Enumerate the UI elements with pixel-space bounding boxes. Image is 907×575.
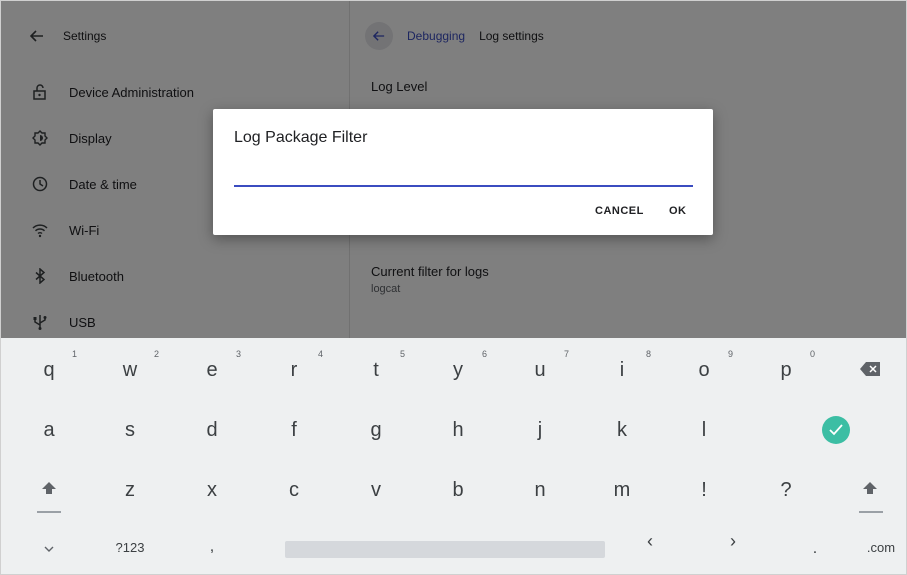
key-exclamation[interactable]: ! [663,464,745,516]
key-x[interactable]: x [171,464,253,516]
key-label: z [125,478,135,501]
key-s[interactable]: s [89,404,171,456]
key-t[interactable]: t5 [335,344,417,396]
symbols-key[interactable]: ?123 [89,524,171,570]
key-label: u [534,358,546,381]
key-a[interactable]: a [9,404,89,456]
log-package-filter-dialog: Log Package Filter CANCEL OK [213,109,713,235]
chevron-down-icon [44,540,54,555]
key-label: ‹ [647,530,653,551]
ok-button[interactable]: OK [669,205,687,217]
key-label: ?123 [115,539,145,555]
key-label: ! [701,478,707,501]
key-hint: 6 [481,349,487,359]
key-hint: 7 [563,349,569,359]
soft-keyboard: q1 w2 e3 r4 t5 y6 u7 i8 o9 p0 a s d f g … [1,338,906,574]
key-label: x [207,478,217,501]
key-label: q [43,358,55,381]
key-label: e [206,358,218,381]
cursor-right-key[interactable]: › [691,524,775,558]
key-label: f [291,418,297,441]
key-label: s [125,418,135,441]
key-label: o [698,358,710,381]
key-label: b [452,478,464,501]
key-label: a [43,418,55,441]
key-question[interactable]: ? [745,464,827,516]
spacebar[interactable] [285,541,605,558]
key-label: w [122,358,138,381]
key-hint: 3 [235,349,241,359]
key-e[interactable]: e3 [171,344,253,396]
key-r[interactable]: r4 [253,344,335,396]
key-label: v [371,478,381,501]
key-o[interactable]: o9 [663,344,745,396]
key-u[interactable]: u7 [499,344,581,396]
key-label: j [537,418,543,441]
key-l[interactable]: l [663,404,745,456]
key-label: r [290,358,298,381]
checkmark-icon [822,416,850,444]
key-label: d [206,418,218,441]
shift-icon [862,479,878,502]
dialog-title: Log Package Filter [234,129,368,146]
key-j[interactable]: j [499,404,581,456]
key-d[interactable]: d [171,404,253,456]
cursor-left-key[interactable]: ‹ [605,524,695,558]
key-label: i [619,358,625,381]
key-hint: 5 [399,349,405,359]
key-label: y [453,358,463,381]
key-label: › [730,530,736,551]
key-label: g [370,418,382,441]
key-q[interactable]: q1 [9,344,89,396]
shift-key-left[interactable] [9,464,89,516]
key-w[interactable]: w2 [89,344,171,396]
key-g[interactable]: g [335,404,417,456]
key-f[interactable]: f [253,404,335,456]
key-hint: 2 [153,349,159,359]
key-k[interactable]: k [581,404,663,456]
cancel-button[interactable]: CANCEL [595,205,644,217]
shift-key-right[interactable] [835,464,905,516]
key-label: t [373,358,379,381]
key-i[interactable]: i8 [581,344,663,396]
key-h[interactable]: h [417,404,499,456]
key-label: l [701,418,707,441]
key-label: .com [866,539,896,555]
key-period[interactable]: . [775,528,855,570]
key-label: n [534,478,546,501]
key-label: ? [780,478,792,501]
shift-underline [859,511,883,513]
key-label: c [289,478,299,501]
key-label: . [812,540,818,557]
key-hint: 1 [71,349,77,359]
key-label: m [613,478,631,501]
shift-underline [37,511,61,513]
key-b[interactable]: b [417,464,499,516]
package-filter-input[interactable] [234,165,693,187]
android-screen: Settings Device Administration Display D… [0,0,907,575]
key-label: h [452,418,464,441]
key-hint: 8 [645,349,651,359]
backspace-icon [860,359,880,382]
key-hint: 0 [809,349,815,359]
key-label: k [617,418,627,441]
key-z[interactable]: z [89,464,171,516]
backspace-key[interactable] [835,344,905,396]
enter-key[interactable] [791,404,881,456]
key-label: p [780,358,792,381]
key-m[interactable]: m [581,464,663,516]
hide-keyboard-key[interactable] [9,524,89,570]
key-dotcom[interactable]: .com [855,524,906,570]
key-hint: 9 [727,349,733,359]
shift-icon [41,479,57,502]
key-y[interactable]: y6 [417,344,499,396]
key-v[interactable]: v [335,464,417,516]
key-hint: 4 [317,349,323,359]
key-c[interactable]: c [253,464,335,516]
key-label: , [209,538,215,555]
key-p[interactable]: p0 [745,344,827,396]
key-n[interactable]: n [499,464,581,516]
key-comma[interactable]: , [171,524,253,570]
